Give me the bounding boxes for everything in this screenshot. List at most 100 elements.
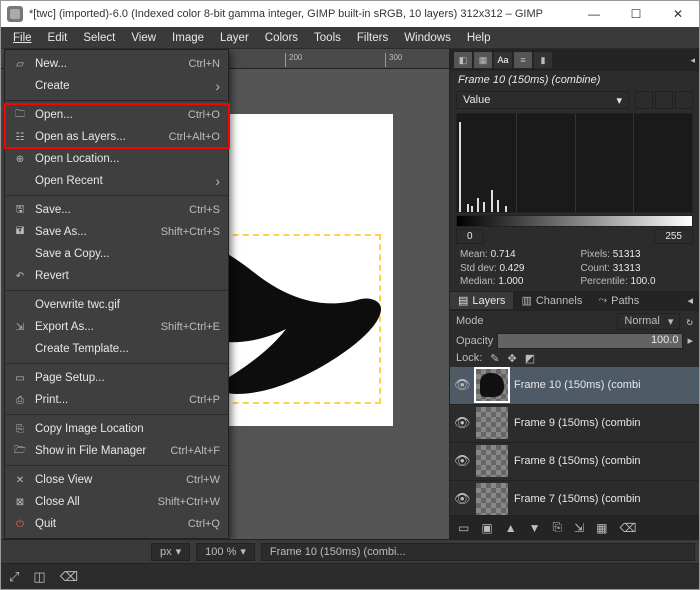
- layer-row[interactable]: 👁Frame 7 (150ms) (combin: [450, 481, 699, 516]
- menu-item-save[interactable]: 🖫 Save...Ctrl+S: [5, 199, 228, 221]
- zoom-select[interactable]: 100 % ▾: [196, 543, 255, 561]
- lower-layer-icon[interactable]: ▼: [529, 521, 541, 535]
- menu-windows[interactable]: Windows: [396, 30, 459, 46]
- mode-switch-icon[interactable]: ↻: [686, 315, 693, 328]
- menu-colors[interactable]: Colors: [257, 30, 306, 46]
- menu-help[interactable]: Help: [459, 30, 499, 46]
- layer-row[interactable]: 👁Frame 10 (150ms) (combi: [450, 367, 699, 405]
- menu-image[interactable]: Image: [164, 30, 212, 46]
- menu-item-export-as[interactable]: ⇲Export As...Shift+Ctrl+E: [5, 316, 228, 338]
- delete-layer-icon[interactable]: ⌫: [619, 521, 636, 535]
- layer-name: Frame 9 (150ms) (combin: [514, 417, 641, 429]
- menu-item-save-as[interactable]: 🖬Save As...Shift+Ctrl+S: [5, 221, 228, 243]
- menu-item-open-location[interactable]: ⊕Open Location...: [5, 148, 228, 170]
- font-tab-icon[interactable]: Aa: [494, 52, 512, 68]
- close-window-button[interactable]: ✕: [657, 1, 699, 27]
- maximize-button[interactable]: ☐: [615, 1, 657, 27]
- menu-item-create[interactable]: Create: [5, 75, 228, 97]
- layer-group-icon[interactable]: ▣: [481, 521, 492, 535]
- bottom-toolbar: ⤢ ◫ ⌫: [1, 563, 699, 589]
- raise-layer-icon[interactable]: ▲: [505, 521, 517, 535]
- menu-item-accel: Ctrl+Q: [188, 518, 220, 530]
- close-icon: ✕: [11, 472, 29, 488]
- histogram-channel-select[interactable]: Value▾: [456, 91, 629, 109]
- menu-item-show-in-file-manager[interactable]: 🗁Show in File ManagerCtrl+Alt+F: [5, 440, 228, 462]
- menu-item-label: Save...: [35, 204, 189, 216]
- lock-alpha-icon[interactable]: ◩: [525, 352, 535, 365]
- canvas-area[interactable]: 0100200300 ▱New...Ctrl+NCreate🗀Open...Ct…: [1, 49, 449, 539]
- visibility-icon[interactable]: 👁: [454, 491, 470, 507]
- minimize-button[interactable]: —: [573, 1, 615, 27]
- quit-icon: ⏻: [11, 516, 29, 532]
- menu-item-open-recent[interactable]: Open Recent: [5, 170, 228, 192]
- menu-item-label: Close All: [35, 496, 158, 508]
- menu-item-quit[interactable]: ⏻QuitCtrl+Q: [5, 513, 228, 535]
- tab-paths[interactable]: ⤳ Paths: [590, 292, 647, 309]
- duplicate-layer-icon[interactable]: ⎘: [552, 520, 562, 535]
- layer-thumbnail: [476, 483, 508, 515]
- lock-position-icon[interactable]: ✥: [508, 352, 517, 365]
- menu-item-accel: Ctrl+Alt+F: [170, 445, 220, 457]
- layer-row[interactable]: 👁 Frame 9 (150ms) (combin: [450, 405, 699, 443]
- menu-item-print[interactable]: ⎙Print...Ctrl+P: [5, 389, 228, 411]
- iconify-icon[interactable]: ⤢: [9, 569, 19, 585]
- menu-tools[interactable]: Tools: [306, 30, 349, 46]
- menu-item-accel: Ctrl+S: [189, 204, 220, 216]
- histogram-log-icon[interactable]: [655, 91, 673, 109]
- menu-item-label: Open Location...: [35, 153, 220, 165]
- visibility-icon[interactable]: 👁: [454, 377, 470, 393]
- mode-select[interactable]: Normal▾: [617, 313, 680, 330]
- menu-item-save-a-copy[interactable]: Save a Copy...: [5, 243, 228, 265]
- new-layer-icon[interactable]: ▭: [458, 521, 469, 535]
- blank-icon: [11, 246, 29, 262]
- histogram-tab-icon[interactable]: ▮: [534, 52, 552, 68]
- histogram-perceptual-icon[interactable]: [675, 91, 693, 109]
- brush-tab-icon[interactable]: ◧: [454, 52, 472, 68]
- layers-icon: ☷: [11, 129, 29, 145]
- menu-item-create-template[interactable]: Create Template...: [5, 338, 228, 360]
- unit-select[interactable]: px ▾: [151, 543, 190, 561]
- menu-item-new[interactable]: ▱New...Ctrl+N: [5, 53, 228, 75]
- tab-layers[interactable]: ▤ Layers: [450, 292, 513, 309]
- visibility-icon[interactable]: 👁: [454, 453, 470, 469]
- layer-row[interactable]: 👁Frame 8 (150ms) (combin: [450, 443, 699, 481]
- menu-edit[interactable]: Edit: [40, 30, 76, 46]
- menu-layer[interactable]: Layer: [212, 30, 257, 46]
- menu-item-page-setup[interactable]: ▭Page Setup...: [5, 367, 228, 389]
- layers-dock-menu-icon[interactable]: ◂: [687, 294, 699, 307]
- lock-pixels-icon[interactable]: ✎: [490, 352, 499, 365]
- menu-item-open[interactable]: 🗀Open...Ctrl+O: [5, 104, 228, 126]
- menu-item-overwrite-twc-gif[interactable]: Overwrite twc.gif: [5, 294, 228, 316]
- menu-item-label: Print...: [35, 394, 189, 406]
- new-display-icon[interactable]: ◫: [33, 569, 45, 585]
- menu-select[interactable]: Select: [75, 30, 123, 46]
- pattern-tab-icon[interactable]: ▦: [474, 52, 492, 68]
- menu-item-label: Export As...: [35, 321, 161, 333]
- menu-item-copy-image-location[interactable]: ⎘Copy Image Location: [5, 418, 228, 440]
- dock-menu-icon[interactable]: ◂: [690, 55, 695, 66]
- mask-icon[interactable]: ▦: [596, 521, 607, 535]
- opacity-stepper[interactable]: ▸: [687, 334, 693, 347]
- export-icon: ⇲: [11, 319, 29, 335]
- blank-icon: [11, 173, 29, 189]
- merge-down-icon[interactable]: ⇲: [574, 521, 584, 535]
- menu-file[interactable]: File: [5, 30, 40, 46]
- menu-item-accel: Ctrl+N: [189, 58, 220, 70]
- menu-item-close-view[interactable]: ✕Close ViewCtrl+W: [5, 469, 228, 491]
- visibility-icon[interactable]: 👁: [454, 415, 470, 431]
- tab-channels[interactable]: ▥ Channels: [513, 292, 590, 309]
- titlebar: *[twc] (imported)-6.0 (Indexed color 8-b…: [1, 1, 699, 27]
- histogram-range-max[interactable]: 255: [654, 229, 693, 244]
- histogram-range-min[interactable]: 0: [456, 229, 484, 244]
- opacity-slider[interactable]: 100.0: [497, 333, 683, 349]
- histogram-linear-icon[interactable]: [635, 91, 653, 109]
- menu-item-open-as-layers[interactable]: ☷Open as Layers...Ctrl+Alt+O: [5, 126, 228, 148]
- menu-filters[interactable]: Filters: [349, 30, 396, 46]
- menu-item-accel: Shift+Ctrl+W: [158, 496, 220, 508]
- save-icon: 🖫: [11, 202, 29, 218]
- delete-display-icon[interactable]: ⌫: [60, 569, 78, 585]
- menu-item-revert[interactable]: ↶Revert: [5, 265, 228, 287]
- menu-view[interactable]: View: [123, 30, 164, 46]
- history-tab-icon[interactable]: ≡: [514, 52, 532, 68]
- menu-item-close-all[interactable]: ⊠Close AllShift+Ctrl+W: [5, 491, 228, 513]
